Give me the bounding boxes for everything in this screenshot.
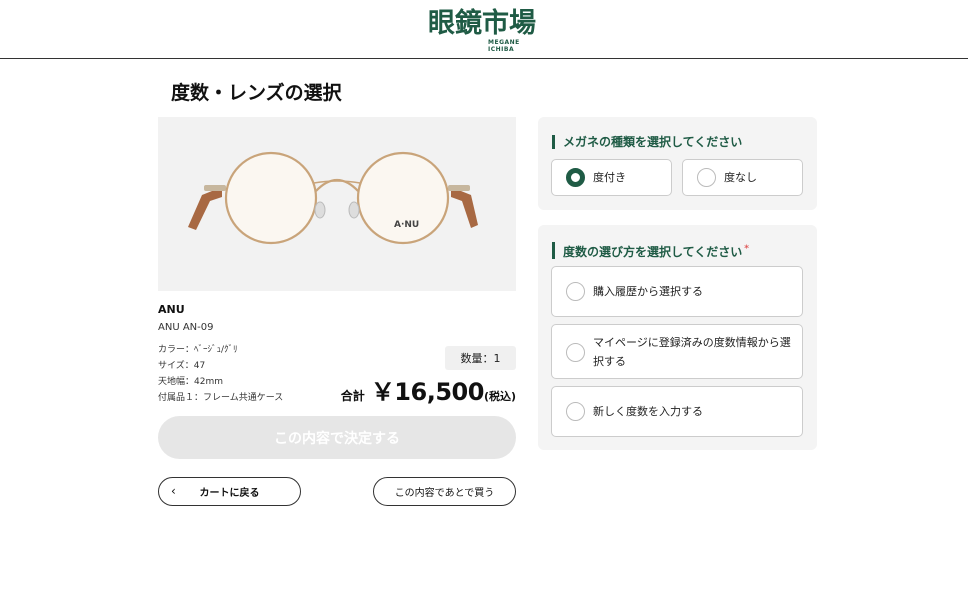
prescription-method-title: 度数の選び方を選択してください * [552,242,749,259]
option-label: 新しく度数を入力する [593,405,703,418]
logo-text: 眼鏡市場 [428,8,536,39]
option-with-prescription[interactable]: 度付き [551,159,672,196]
option-purchase-history[interactable]: 購入履歴から選択する [551,266,803,317]
tax-label: (税込) [483,390,516,403]
glasses-type-panel: メガネの種類を選択してください 度付き 度なし [538,117,817,210]
spec-size: サイズ：47 [158,361,206,371]
spec-accessory: 付属品１：フレーム共通ケース [158,393,284,403]
radio-unchecked-icon [566,282,585,301]
option-new-prescription[interactable]: 新しく度数を入力する [551,386,803,437]
site-header: 眼鏡市場 MEGANE ICHIBA [0,0,968,59]
page-title: 度数・レンズの選択 [171,82,342,104]
option-label: 度なし [724,171,757,184]
confirm-button[interactable]: この内容で決定する [158,416,516,459]
option-label: マイページに登録済みの度数情報から選択する [593,336,791,368]
price-value: ￥16,500 [370,378,485,406]
prescription-method-title-text: 度数の選び方を選択してください [563,245,743,259]
radio-unchecked-icon [566,402,585,421]
chevron-left-icon: ‹ [171,484,176,498]
megane-ichiba-logo[interactable]: 眼鏡市場 MEGANE ICHIBA [428,8,548,53]
quantity-badge: 数量：1 [445,346,516,370]
buy-later-button[interactable]: この内容であとで買う [373,477,516,506]
radio-checked-icon [566,168,585,187]
spec-lens-height: 天地幅：42mm [158,377,223,387]
glasses-image: A·NU [188,151,478,245]
total-label: 合計 [340,389,365,403]
option-mypage-prescription[interactable]: マイページに登録済みの度数情報から選択する [551,324,803,379]
product-image: A·NU [158,117,516,291]
product-brand: ANU [158,303,185,316]
product-model: ANU AN-09 [158,322,214,333]
option-label: 度付き [593,171,626,184]
logo-subtext: MEGANE ICHIBA [488,39,520,53]
option-without-prescription[interactable]: 度なし [682,159,803,196]
svg-text:A·NU: A·NU [394,220,419,230]
option-label: 購入履歴から選択する [593,285,703,298]
required-mark: * [744,244,750,254]
back-to-cart-label: カートに戻る [199,488,260,499]
back-to-cart-button[interactable]: ‹ カートに戻る [158,477,301,506]
spec-color: カラー：ﾍﾞｰｼﾞｭ/ｸﾞﾘ [158,345,238,355]
total-price: 合計 ￥16,500 (税込) [341,372,516,407]
radio-unchecked-icon [566,343,585,362]
prescription-method-panel: 度数の選び方を選択してください * 購入履歴から選択する マイページに登録済みの度… [538,225,817,450]
radio-unchecked-icon [697,168,716,187]
glasses-type-title: メガネの種類を選択してください [552,135,742,149]
